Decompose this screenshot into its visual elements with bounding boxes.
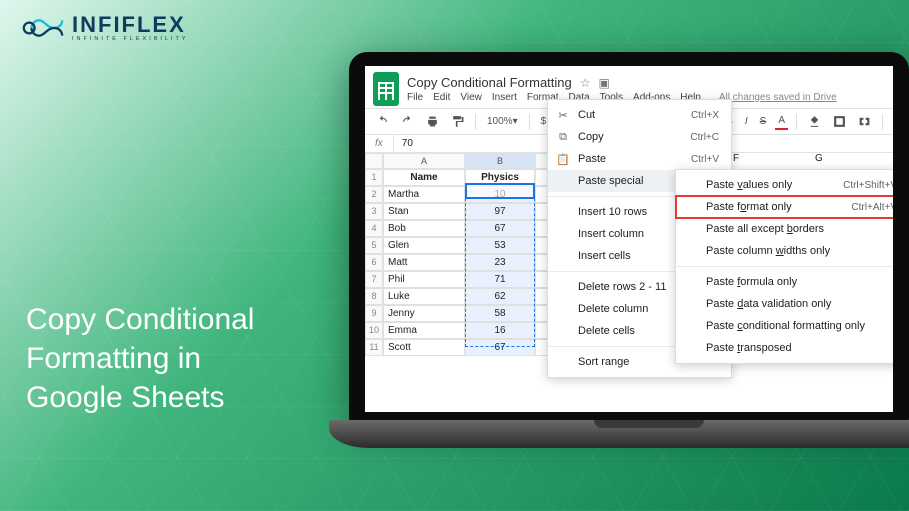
row-header[interactable]: 8 [365, 288, 383, 305]
laptop-base [329, 420, 909, 448]
row-header[interactable]: 11 [365, 339, 383, 356]
sheets-logo-icon[interactable] [373, 72, 399, 106]
merge-cells-button[interactable] [855, 113, 874, 130]
cell-physics[interactable]: 67 [465, 339, 535, 356]
italic-button[interactable]: I [742, 114, 751, 129]
cell-name[interactable]: Scott [383, 339, 465, 356]
laptop-mockup: Copy Conditional Formatting ☆ ▣ File Edi… [329, 52, 909, 482]
cell-name[interactable]: Bob [383, 220, 465, 237]
row-header[interactable]: 6 [365, 254, 383, 271]
headline-line-3: Google Sheets [26, 378, 254, 417]
row-header[interactable]: 5 [365, 237, 383, 254]
cell-physics[interactable]: 62 [465, 288, 535, 305]
cell-name[interactable]: Glen [383, 237, 465, 254]
redo-button[interactable] [398, 113, 417, 130]
menu-item-paste[interactable]: 📋 Paste Ctrl+V [548, 148, 731, 170]
document-title[interactable]: Copy Conditional Formatting [407, 75, 572, 90]
infinity-icon [20, 14, 66, 42]
select-all-corner[interactable] [365, 153, 383, 169]
cell-physics[interactable]: 67 [465, 220, 535, 237]
cell-name[interactable]: Jenny [383, 305, 465, 322]
borders-button[interactable] [830, 113, 849, 130]
app-screen: Copy Conditional Formatting ☆ ▣ File Edi… [365, 66, 893, 412]
fx-value[interactable]: 70 [394, 135, 421, 152]
spreadsheet-area: A B M 1 Name Physics 2 Martha 10 3 Stan … [365, 153, 893, 356]
headline-line-1: Copy Conditional [26, 300, 254, 339]
col-header-a[interactable]: A [383, 153, 465, 169]
brand-logo: INFIFLEX INFINITE FLEXIBILITY [20, 14, 189, 42]
print-button[interactable] [423, 113, 442, 130]
row-header[interactable]: 1 [365, 169, 383, 186]
fill-color-button[interactable] [805, 113, 824, 130]
row-header[interactable]: 10 [365, 322, 383, 339]
cell-physics[interactable]: 58 [465, 305, 535, 322]
submenu-paste-formula[interactable]: Paste formula only [676, 271, 893, 293]
cell-header-physics[interactable]: Physics [465, 169, 535, 186]
fx-label: fx [365, 135, 394, 152]
col-header-b[interactable]: B [465, 153, 535, 169]
strikethrough-button[interactable]: S [757, 114, 770, 129]
menu-item-copy[interactable]: ⧉ Copy Ctrl+C [548, 126, 731, 148]
cell-physics[interactable]: 16 [465, 322, 535, 339]
copy-icon: ⧉ [556, 131, 570, 144]
brand-tagline: INFINITE FLEXIBILITY [72, 36, 189, 42]
zoom-dropdown[interactable]: 100% ▾ [484, 114, 521, 129]
paste-icon: 📋 [556, 153, 570, 166]
cell-physics[interactable]: 71 [465, 271, 535, 288]
text-color-button[interactable]: A [775, 113, 788, 130]
cell-name[interactable]: Phil [383, 271, 465, 288]
cell-name[interactable]: Matt [383, 254, 465, 271]
menu-file[interactable]: File [407, 92, 423, 103]
paste-special-submenu: Paste values only Ctrl+Shift+V Paste for… [675, 169, 893, 364]
menu-edit[interactable]: Edit [433, 92, 450, 103]
menu-view[interactable]: View [460, 92, 482, 103]
paint-format-button[interactable] [448, 113, 467, 130]
cell-physics[interactable]: 97 [465, 203, 535, 220]
menu-item-cut[interactable]: ✂ Cut Ctrl+X [548, 104, 731, 126]
cell-physics[interactable]: 53 [465, 237, 535, 254]
cell-header-name[interactable]: Name [383, 169, 465, 186]
menu-insert[interactable]: Insert [492, 92, 517, 103]
col-header-f[interactable]: F [733, 153, 815, 164]
row-header[interactable]: 9 [365, 305, 383, 322]
submenu-paste-format[interactable]: Paste format only Ctrl+Alt+V [676, 196, 893, 218]
cell-physics[interactable]: 10 [465, 186, 535, 203]
move-folder-icon[interactable]: ▣ [599, 76, 610, 90]
col-header-g[interactable]: G [815, 153, 893, 164]
menu-divider [676, 266, 893, 267]
row-header[interactable]: 7 [365, 271, 383, 288]
col-headers-right: F G [733, 153, 893, 164]
submenu-paste-except-borders[interactable]: Paste all except borders [676, 218, 893, 240]
submenu-paste-data-validation[interactable]: Paste data validation only [676, 293, 893, 315]
star-icon[interactable]: ☆ [580, 76, 591, 90]
submenu-paste-transposed[interactable]: Paste transposed [676, 337, 893, 359]
row-header[interactable]: 3 [365, 203, 383, 220]
headline: Copy Conditional Formatting in Google Sh… [26, 300, 254, 417]
cell-name[interactable]: Emma [383, 322, 465, 339]
cut-icon: ✂ [556, 109, 570, 122]
brand-name: INFIFLEX [72, 14, 189, 36]
row-header[interactable]: 2 [365, 186, 383, 203]
submenu-paste-values[interactable]: Paste values only Ctrl+Shift+V [676, 174, 893, 196]
undo-button[interactable] [373, 113, 392, 130]
cell-physics[interactable]: 23 [465, 254, 535, 271]
submenu-paste-conditional-formatting[interactable]: Paste conditional formatting only [676, 315, 893, 337]
row-header[interactable]: 4 [365, 220, 383, 237]
cell-name[interactable]: Martha [383, 186, 465, 203]
cell-name[interactable]: Luke [383, 288, 465, 305]
submenu-paste-column-widths[interactable]: Paste column widths only [676, 240, 893, 262]
laptop-bezel: Copy Conditional Formatting ☆ ▣ File Edi… [349, 52, 909, 422]
cell-name[interactable]: Stan [383, 203, 465, 220]
drive-save-status[interactable]: All changes saved in Drive [719, 92, 837, 103]
headline-line-2: Formatting in [26, 339, 254, 378]
